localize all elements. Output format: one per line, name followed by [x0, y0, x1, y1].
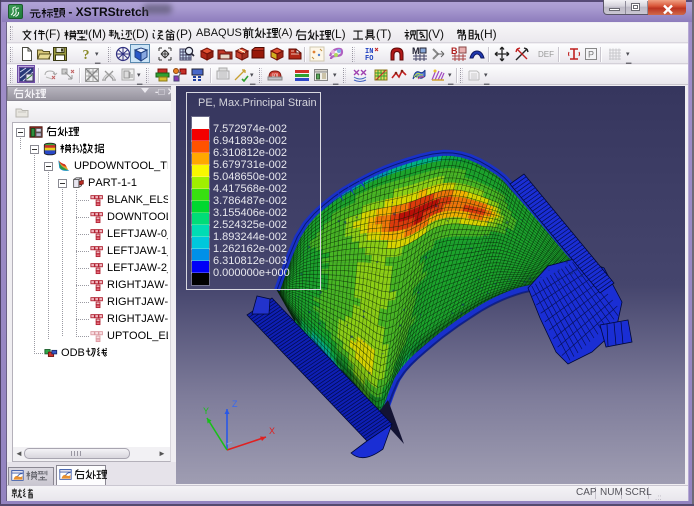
svg-text:Y: Y: [203, 406, 209, 416]
svg-text:cm: cm: [272, 73, 279, 79]
svg-text:X: X: [269, 426, 275, 436]
svg-text:DEF: DEF: [538, 50, 554, 59]
svg-text:Z: Z: [232, 399, 238, 409]
svg-text:P: P: [588, 50, 594, 60]
svg-text:?: ?: [83, 48, 90, 62]
svg-text:FO: FO: [365, 55, 373, 62]
